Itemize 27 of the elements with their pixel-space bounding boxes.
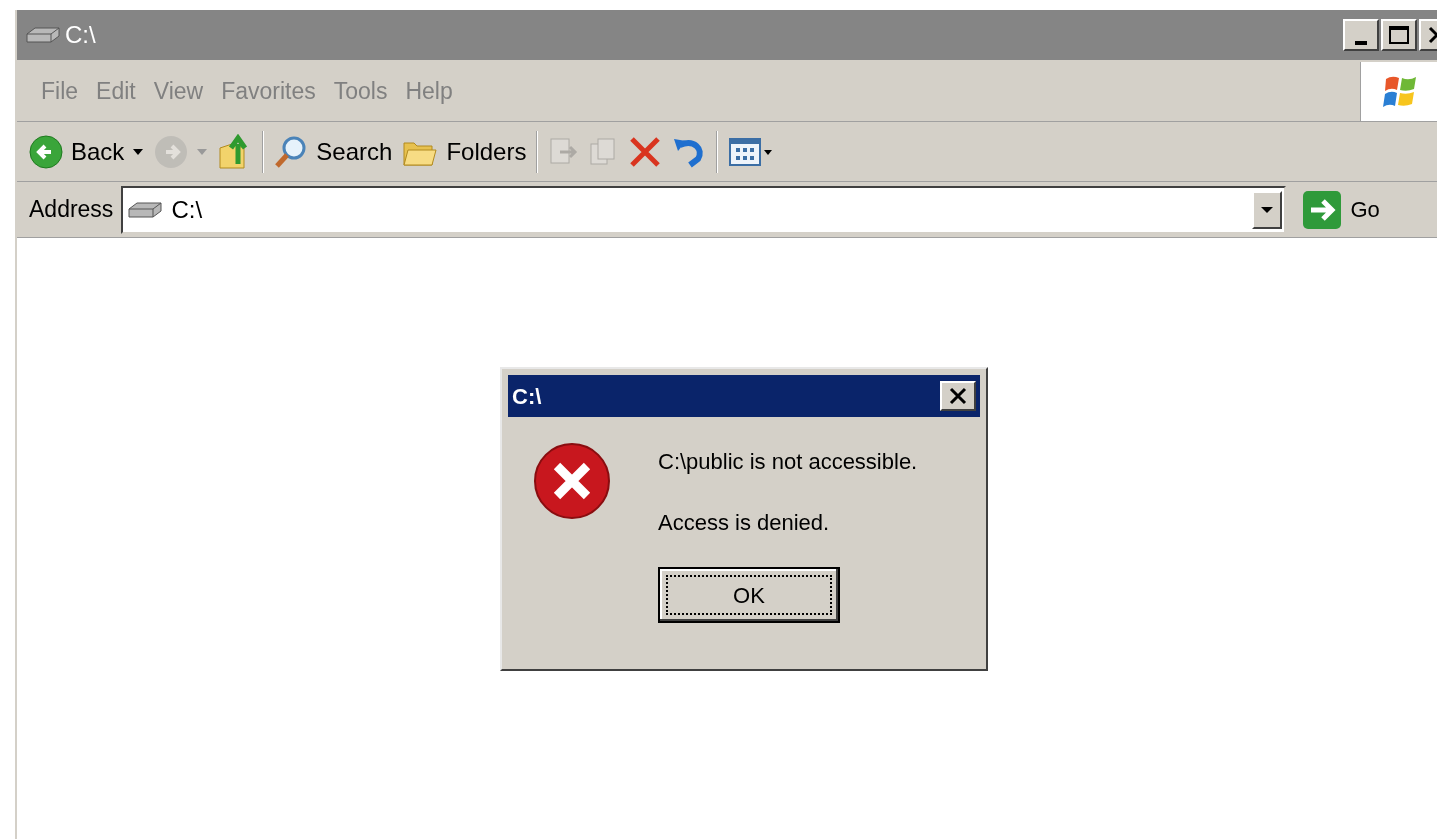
address-label: Address — [29, 195, 114, 225]
delete-button[interactable] — [628, 134, 663, 169]
window-title: C:\ — [65, 20, 96, 50]
go-button[interactable]: Go — [1302, 189, 1380, 230]
views-grid-icon — [728, 135, 775, 168]
caret-icon — [1260, 205, 1275, 214]
dialog-message: C:\public is not accessible. — [658, 448, 918, 476]
minimize-button[interactable] — [1343, 19, 1379, 51]
folders-button[interactable]: Folders — [402, 133, 527, 170]
address-value: C:\ — [171, 194, 204, 225]
dropdown-button[interactable] — [1252, 190, 1283, 229]
address-field[interactable]: C:\ — [121, 185, 1287, 234]
dialog-message: Access is denied. — [658, 509, 831, 537]
views-button[interactable] — [728, 135, 775, 168]
close-icon — [949, 387, 967, 405]
error-icon — [532, 441, 612, 521]
dialog-title: C:\ — [512, 382, 542, 411]
back-button[interactable]: Back — [29, 133, 145, 170]
drive-icon — [127, 200, 164, 219]
close-button[interactable] — [940, 381, 976, 411]
delete-icon — [628, 134, 663, 169]
drive-icon — [25, 26, 61, 44]
ok-button[interactable]: OK — [658, 567, 840, 623]
caret-icon — [132, 147, 145, 156]
caret-icon — [196, 147, 209, 156]
maximize-button[interactable] — [1381, 19, 1417, 51]
search-button[interactable]: Search — [274, 133, 393, 170]
